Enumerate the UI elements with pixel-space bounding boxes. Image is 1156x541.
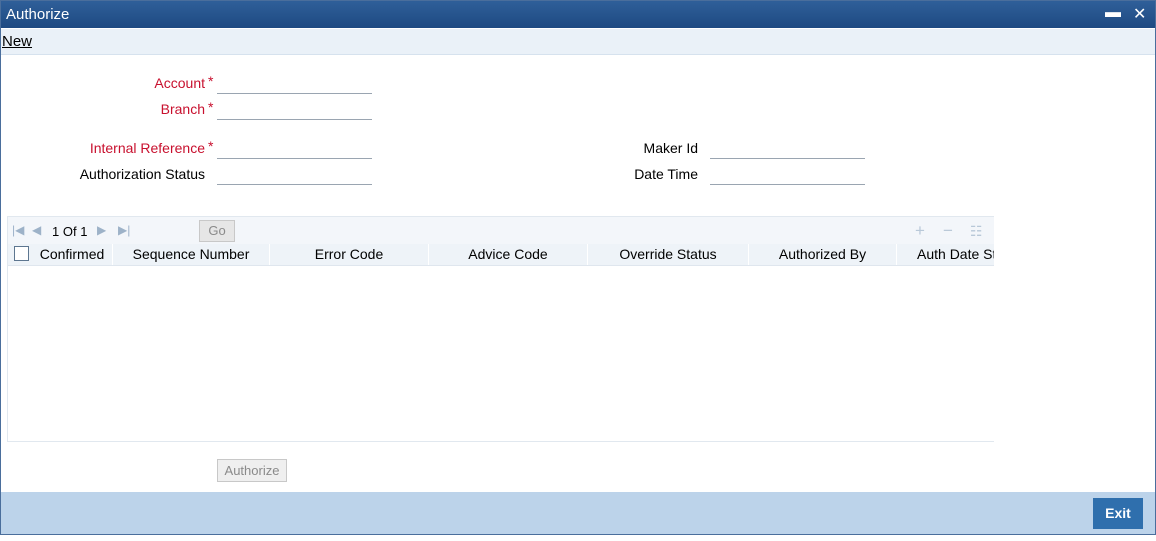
column-header-advice-code[interactable]: Advice Code <box>429 244 588 265</box>
authorization-grid: |◀ ◀ 1 Of 1 ▶ ▶| Go + − ☷ Confirmed Sequ… <box>7 216 994 442</box>
add-row-icon[interactable]: + <box>915 221 925 241</box>
date-time-label: Date Time <box>634 166 698 182</box>
date-time-field[interactable] <box>710 164 865 185</box>
grid-header: Confirmed Sequence Number Error Code Adv… <box>8 244 994 266</box>
delete-row-icon[interactable]: − <box>943 221 953 241</box>
minimize-icon[interactable]: ▬ <box>1105 4 1121 22</box>
account-required-marker: * <box>208 73 214 89</box>
column-header-error-code[interactable]: Error Code <box>270 244 429 265</box>
authorize-button[interactable]: Authorize <box>217 459 287 482</box>
internal-reference-required-marker: * <box>208 138 214 154</box>
column-header-sequence-number[interactable]: Sequence Number <box>113 244 270 265</box>
title-bar: Authorize ▬ ✕ <box>1 1 1155 28</box>
account-field[interactable] <box>217 73 372 94</box>
account-label: Account <box>154 75 205 91</box>
next-page-icon[interactable]: ▶ <box>97 223 106 237</box>
authorize-window: Authorize ▬ ✕ New Account * Branch * Int… <box>0 0 1156 535</box>
window-title: Authorize <box>6 6 70 23</box>
column-header-auth-date-stamp[interactable]: Auth Date St <box>897 244 994 265</box>
column-header-override-status[interactable]: Override Status <box>588 244 749 265</box>
branch-field[interactable] <box>217 99 372 120</box>
column-header-authorized-by[interactable]: Authorized By <box>749 244 897 265</box>
page-indicator: 1 Of 1 <box>52 224 87 239</box>
menu-bar: New <box>1 29 1155 55</box>
authorization-status-field[interactable] <box>217 164 372 185</box>
internal-reference-field[interactable] <box>217 138 372 159</box>
page-of: Of <box>62 224 77 239</box>
branch-required-marker: * <box>208 99 214 115</box>
footer-bar <box>1 492 1155 534</box>
authorization-status-label: Authorization Status <box>79 166 205 182</box>
single-view-icon[interactable]: ☷ <box>970 223 983 240</box>
first-page-icon[interactable]: |◀ <box>12 223 24 237</box>
page-number-input[interactable] <box>148 221 198 241</box>
grid-toolbar: |◀ ◀ 1 Of 1 ▶ ▶| Go + − ☷ <box>8 217 994 244</box>
close-icon[interactable]: ✕ <box>1133 4 1146 24</box>
internal-reference-label: Internal Reference <box>89 140 205 156</box>
previous-page-icon[interactable]: ◀ <box>32 223 41 237</box>
branch-label: Branch <box>160 101 205 117</box>
select-all-checkbox[interactable] <box>14 246 29 261</box>
page-current: 1 <box>52 224 60 239</box>
exit-button[interactable]: Exit <box>1093 498 1143 529</box>
maker-id-field[interactable] <box>710 138 865 159</box>
column-header-confirmed[interactable]: Confirmed <box>32 244 113 265</box>
page-total: 1 <box>80 224 88 239</box>
last-page-icon[interactable]: ▶| <box>118 223 130 237</box>
new-link[interactable]: New <box>2 33 32 50</box>
maker-id-label: Maker Id <box>643 140 698 156</box>
go-button[interactable]: Go <box>199 220 235 242</box>
